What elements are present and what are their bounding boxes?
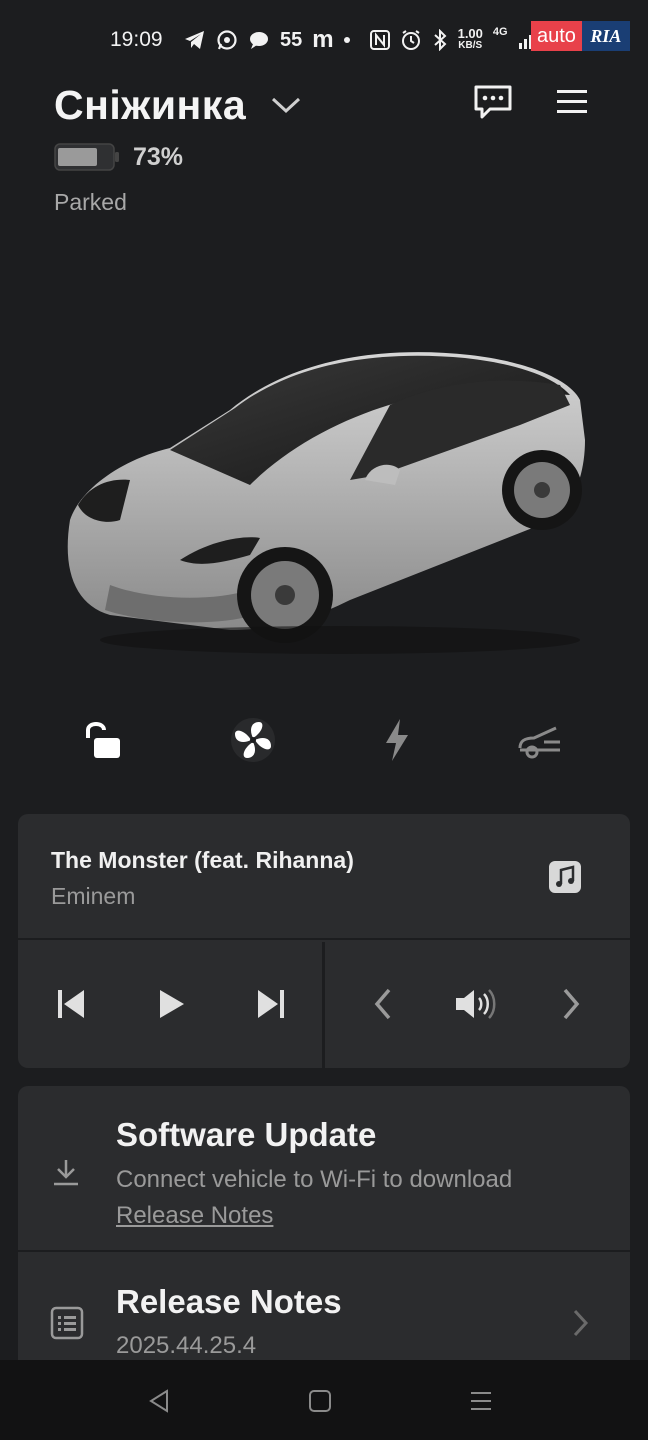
status-bar: 19:09 55 m 1.00 KB/S 4G auto RIA	[0, 0, 648, 80]
fan-icon[interactable]	[213, 700, 293, 780]
software-update-subtitle: Connect vehicle to Wi-Fi to download	[116, 1166, 513, 1193]
release-notes-title[interactable]: Release Notes	[116, 1283, 342, 1321]
notification-letter: m	[312, 26, 334, 53]
download-icon	[50, 1158, 82, 1193]
status-icons: 55 m 1.00 KB/S 4G	[184, 26, 538, 54]
unlock-icon[interactable]	[63, 700, 143, 780]
frunk-icon[interactable]	[500, 700, 580, 780]
quick-controls	[0, 700, 648, 780]
bluetooth-icon	[432, 29, 448, 51]
nfc-icon	[369, 30, 390, 50]
vehicle-name[interactable]: Сніжинка	[54, 82, 246, 129]
notification-count: 55	[280, 28, 303, 51]
battery-icon	[54, 143, 119, 171]
message-icon[interactable]	[472, 84, 514, 125]
play-icon[interactable]	[146, 982, 196, 1026]
alarm-icon	[400, 29, 422, 51]
battery-percent: 73%	[133, 143, 184, 171]
previous-track-icon[interactable]	[46, 982, 96, 1026]
lightning-icon[interactable]	[357, 700, 437, 780]
watermark-ria: RIA	[581, 21, 630, 51]
autoria-watermark: auto RIA	[531, 21, 643, 55]
chevron-down-icon[interactable]	[270, 95, 302, 120]
watermark-auto: auto	[531, 21, 582, 51]
recents-icon[interactable]	[466, 1386, 496, 1416]
software-update-title: Software Update	[116, 1116, 377, 1153]
chat-bubble-icon	[248, 30, 270, 50]
song-title: The Monster (feat. Rihanna)	[51, 847, 354, 873]
car-image	[67, 352, 586, 654]
media-divider	[322, 942, 325, 1068]
system-nav-bar	[0, 1360, 648, 1440]
telegram-icon	[184, 30, 206, 50]
release-notes-link[interactable]: Release Notes	[116, 1202, 273, 1230]
speaker-icon[interactable]	[450, 982, 500, 1026]
net-speed-unit: KB/S	[458, 40, 483, 51]
net-speed: 1.00 KB/S	[457, 26, 483, 51]
card-divider	[18, 1250, 630, 1252]
network-type: 4G	[492, 26, 508, 38]
software-card: Software Update Connect vehicle to Wi-Fi…	[18, 1086, 630, 1386]
whatsapp-icon	[216, 29, 238, 51]
volume-up-chevron-icon[interactable]	[546, 982, 596, 1026]
status-time: 19:09	[110, 28, 163, 51]
music-note-icon[interactable]	[548, 860, 582, 899]
media-player-card: The Monster (feat. Rihanna) Eminem	[18, 814, 630, 1068]
net-speed-value: 1.00	[457, 26, 483, 41]
artist-name: Eminem	[51, 883, 136, 909]
list-icon	[50, 1306, 84, 1345]
more-notifications-dot	[343, 37, 350, 43]
volume-down-chevron-icon[interactable]	[358, 982, 408, 1026]
release-notes-version: 2025.44.25.4	[116, 1332, 257, 1359]
now-playing[interactable]: The Monster (feat. Rihanna) Eminem	[18, 814, 630, 940]
battery-fill	[58, 148, 97, 166]
menu-icon[interactable]	[555, 88, 589, 121]
home-icon[interactable]	[305, 1386, 335, 1416]
back-icon[interactable]	[144, 1386, 174, 1416]
chevron-right-icon[interactable]	[570, 1308, 590, 1343]
vehicle-state: Parked	[54, 189, 127, 215]
next-track-icon[interactable]	[246, 982, 296, 1026]
